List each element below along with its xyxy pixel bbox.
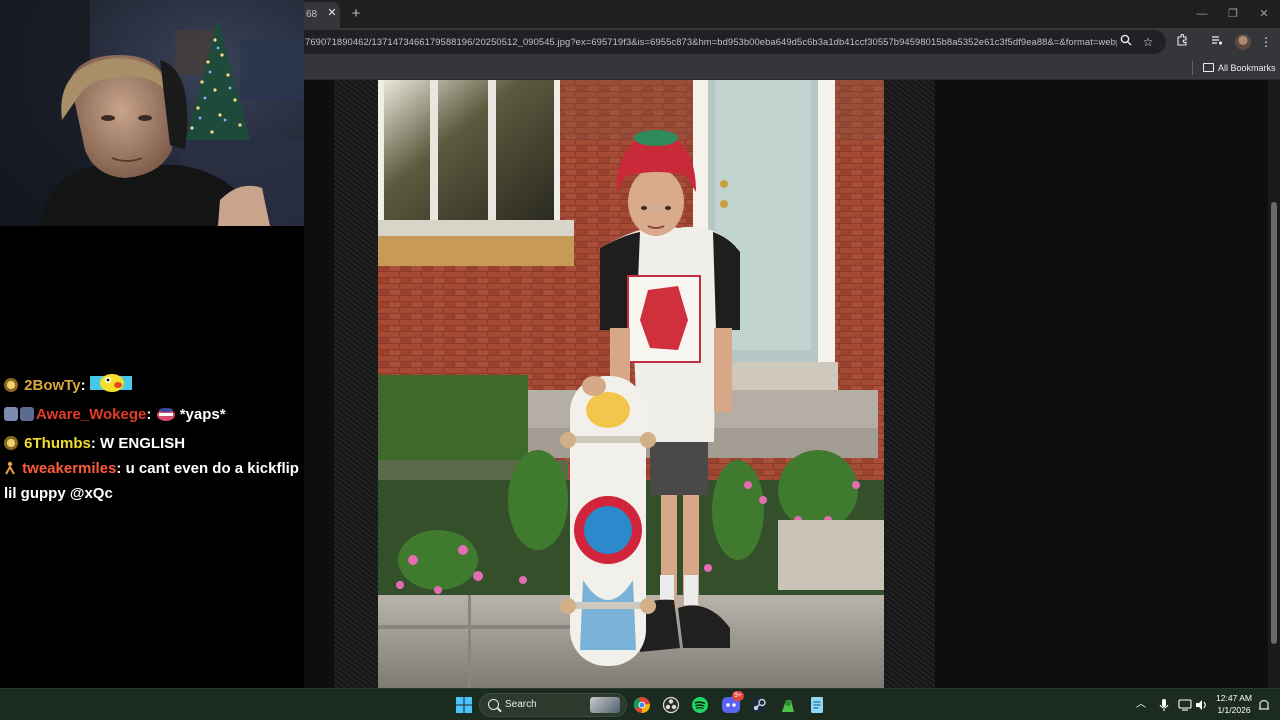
windows-taskbar: Search 9+ ︿ 12:47 AM 1/1/2026 [0, 688, 1280, 720]
steam-icon[interactable] [748, 694, 770, 716]
volume-icon[interactable] [1194, 694, 1210, 716]
chat-message: 2BowTy: [4, 372, 304, 402]
chat-colon: : [116, 460, 122, 477]
zoom-icon[interactable] [1117, 33, 1135, 51]
star-icon[interactable]: ☆ [1139, 33, 1157, 51]
figure-badge-icon [4, 458, 16, 475]
microphone-icon[interactable] [1157, 694, 1171, 716]
windows-start-icon[interactable] [453, 694, 475, 716]
notepad-icon[interactable] [806, 694, 828, 716]
discord-icon[interactable]: 9+ [720, 691, 744, 716]
discord-notification-badge: 9+ [732, 691, 744, 701]
robot-badge-icon [4, 407, 18, 421]
extensions-icon[interactable] [1172, 33, 1192, 51]
chat-username: tweakermiles [22, 460, 117, 477]
widget-icon[interactable] [590, 697, 620, 713]
chat-username: Aware_Wokege [36, 406, 147, 423]
bookmarks-bar: All Bookmarks [304, 56, 1280, 80]
all-bookmarks-button[interactable]: All Bookmarks [1203, 60, 1276, 76]
maximize-icon[interactable]: ❐ [1218, 4, 1248, 24]
network-icon[interactable] [1177, 694, 1193, 716]
address-url[interactable]: 769071890462/1371473466179588196/2025051… [305, 36, 1117, 47]
chat-message: 6Thumbs: W ENGLISH [4, 431, 304, 456]
chat-text: W ENGLISH [100, 435, 186, 452]
search-icon [488, 699, 499, 710]
mouth-emote-icon [156, 406, 176, 431]
coin-badge-icon [4, 378, 18, 392]
robot-badge-2-icon [20, 407, 34, 421]
chat-username: 2BowTy [24, 377, 81, 394]
chat-message: Aware_Wokege: *yaps* [4, 402, 304, 431]
obs-icon[interactable] [660, 694, 682, 716]
tab-strip: 68 ✕ + — ❐ ✕ [304, 0, 1280, 28]
spotify-icon[interactable] [689, 694, 711, 716]
chat-text: *yaps* [179, 406, 226, 423]
pogfish-emote-icon [89, 372, 132, 402]
chat-overlay: 2BowTy: Aware_Wokege: *yaps* 6Thumbs: W … [4, 372, 304, 506]
new-tab-button[interactable]: + [346, 4, 366, 24]
scrollbar-thumb[interactable] [1271, 202, 1277, 644]
chat-message: tweakermiles: u cant even do a kickflip … [4, 456, 304, 506]
clock-time[interactable]: 12:47 AM [1212, 693, 1256, 703]
browser-toolbar: 769071890462/1371473466179588196/2025051… [304, 28, 1280, 56]
scrollbar[interactable] [1268, 80, 1280, 688]
notifications-icon[interactable] [1257, 694, 1271, 716]
all-bookmarks-label: All Bookmarks [1218, 63, 1276, 73]
chat-colon: : [80, 377, 86, 394]
tray-overflow-icon[interactable]: ︿ [1134, 694, 1148, 716]
webcam-feed [0, 0, 304, 226]
profile-avatar[interactable] [1235, 34, 1251, 50]
address-bar[interactable]: 769071890462/1371473466179588196/2025051… [304, 30, 1166, 54]
coin-badge-icon [4, 436, 18, 450]
chat-username: 6Thumbs [24, 435, 91, 452]
clock-date[interactable]: 1/1/2026 [1212, 705, 1256, 715]
search-label: Search [505, 699, 537, 710]
chrome-icon[interactable] [631, 694, 653, 716]
minimize-icon[interactable]: — [1187, 4, 1217, 24]
screen: 68 ✕ + — ❐ ✕ 769071890462/13714734661795… [0, 0, 1280, 720]
media-control-icon[interactable] [1207, 33, 1227, 51]
window-close-icon[interactable]: ✕ [1249, 4, 1279, 24]
xbox-icon[interactable] [777, 694, 799, 716]
bookmarks-divider [1192, 61, 1193, 75]
chat-colon: : [146, 406, 152, 423]
folder-icon [1203, 63, 1214, 72]
close-icon[interactable]: ✕ [324, 5, 340, 21]
displayed-photo [378, 80, 884, 688]
menu-icon[interactable]: ⋮ [1256, 33, 1276, 51]
tab-title: 68 [306, 9, 318, 20]
chat-colon: : [90, 435, 96, 452]
taskbar-search[interactable]: Search [479, 693, 627, 717]
browser-tab[interactable]: 68 ✕ [304, 2, 340, 28]
